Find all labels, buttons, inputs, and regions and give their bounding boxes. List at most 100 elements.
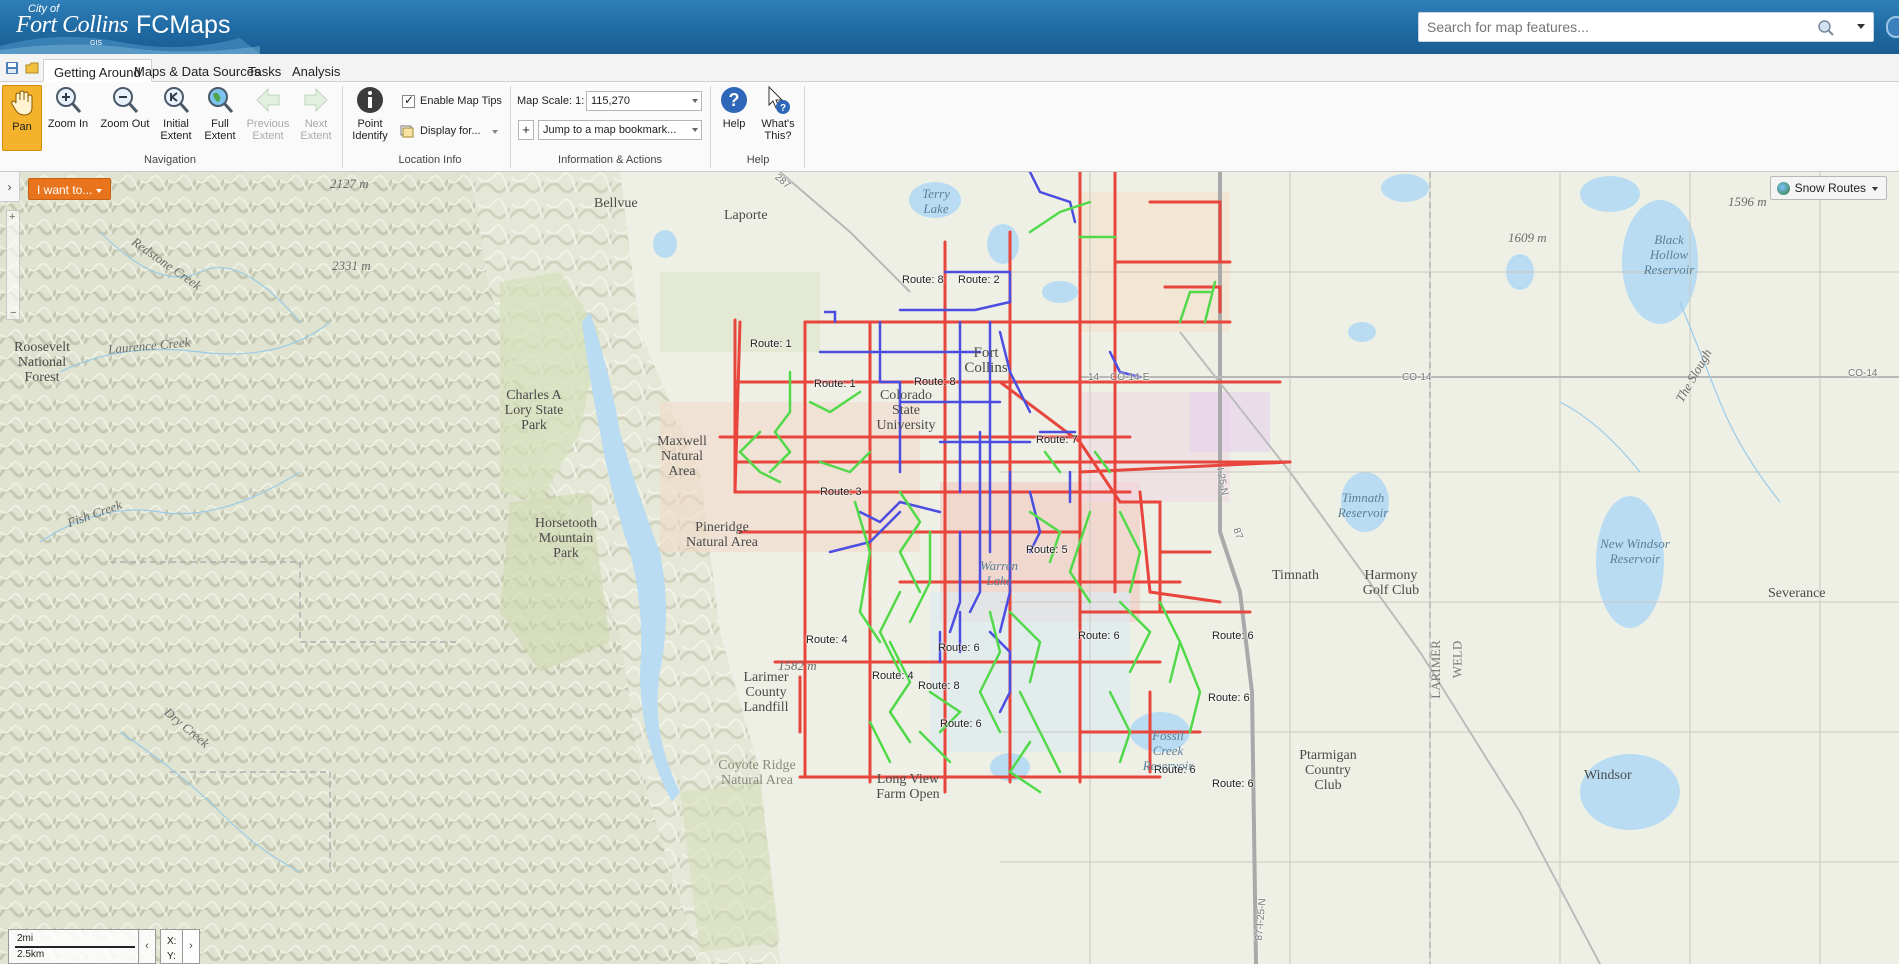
help-label: Help (722, 118, 746, 130)
route-label: Route: 7 (1036, 434, 1078, 446)
next-extent-arrow-icon (304, 87, 328, 113)
road-label-co14-2: CO-14 (1848, 368, 1878, 379)
pan-button[interactable]: Pan (2, 85, 42, 151)
road-label-co14: CO-14 (1402, 372, 1432, 383)
route-label: Route: 1 (814, 378, 856, 390)
place-label-bellvue: Bellvue (594, 196, 638, 211)
route-label: Route: 8 (918, 680, 960, 692)
route-label: Route: 6 (1078, 630, 1120, 642)
place-label-charles-a-lory: Charles A Lory State Park (504, 388, 564, 433)
route-label: Route: 8 (914, 376, 956, 388)
place-label-terry-lake: Terry Lake (922, 186, 950, 216)
display-for-icon (400, 125, 414, 138)
route-label: Route: 6 (940, 718, 982, 730)
place-label-timnath: Timnath (1272, 568, 1319, 583)
road-label-14: 14 (1088, 372, 1100, 383)
place-label-horsetooth: Horsetooth Mountain Park (534, 516, 598, 561)
initial-extent-button[interactable]: Initial Extent (158, 85, 194, 142)
enable-map-tips-checkbox[interactable] (402, 93, 415, 108)
place-label-larimer: LARIMER (1427, 640, 1443, 699)
next-extent-label: Next (304, 118, 328, 130)
place-label-timnath-reservoir: Timnath Reservoir (1337, 490, 1389, 520)
full-extent-button[interactable]: Full Extent (200, 85, 240, 142)
bookmark-chevron-icon (692, 128, 698, 132)
zoom-slider[interactable]: + − (6, 210, 20, 320)
zoom-in-label: Zoom In (47, 118, 89, 130)
ribbon-tabbar: Getting Around Maps & Data Sources Tasks… (0, 54, 1899, 82)
point-identify-label-2: Identify (352, 130, 388, 142)
search-input[interactable] (1427, 18, 1827, 36)
logo-gis-text: GIS (90, 40, 103, 47)
header-edge-icon[interactable] (1886, 16, 1899, 38)
place-label-weld: WELD (1449, 640, 1465, 679)
point-identify-button[interactable]: Point Identify (348, 85, 392, 142)
map-scale-label: Map Scale: 1: (517, 95, 585, 107)
zoom-in-button[interactable]: Zoom In (46, 85, 90, 130)
route-label: Route: 6 (1212, 778, 1254, 790)
coord-y-label: Y: (167, 951, 176, 962)
next-extent-button[interactable]: Next Extent (298, 85, 334, 142)
layer-select-button[interactable]: Snow Routes (1769, 176, 1887, 200)
search-box[interactable] (1418, 12, 1874, 42)
map-view[interactable]: Bellvue Laporte Terry Lake Roosevelt Nat… (0, 172, 1899, 964)
route-label: Route: 1 (750, 338, 792, 350)
route-label: Route: 2 (958, 274, 1000, 286)
route-label: Route: 3 (820, 486, 862, 498)
previous-extent-label-2: Extent (252, 130, 284, 142)
route-label: Route: 6 (1154, 764, 1196, 776)
place-label-laporte: Laporte (724, 208, 768, 223)
place-label-pineridge: Pineridge Natural Area (686, 520, 758, 550)
coordinates-collapse-chevron-icon[interactable]: ‹ (138, 929, 156, 964)
place-label-ptarmigan: Ptarmigan Country Club (1299, 748, 1357, 793)
zoom-out-button[interactable]: Zoom Out (97, 85, 153, 130)
place-label-coyote-ridge: Coyote Ridge Natural Area (718, 758, 796, 788)
ribbon-separator (710, 86, 711, 168)
route-label: Route: 8 (902, 274, 944, 286)
zoom-slider-plus-icon[interactable]: + (9, 211, 15, 223)
place-label-long-view: Long View Farm Open (876, 772, 940, 802)
expand-panel-chevron-icon[interactable]: › (0, 172, 20, 202)
info-actions-group-label: Information & Actions (558, 154, 662, 166)
globe-icon (1776, 182, 1790, 195)
whats-this-icon: ? (768, 85, 790, 114)
place-label-maxwell: Maxwell Natural Area (657, 434, 707, 479)
full-extent-globe-icon (208, 87, 234, 113)
info-icon (357, 87, 383, 113)
whats-this-button[interactable]: ? What's This? (756, 85, 800, 142)
open-folder-icon[interactable] (25, 61, 39, 75)
initial-extent-label-2: Extent (160, 130, 192, 142)
svg-text:?: ? (780, 103, 786, 114)
help-button[interactable]: ? Help (716, 85, 752, 130)
ribbon-separator (510, 86, 511, 168)
place-label-fort-collins: Fort Collins (964, 345, 1008, 376)
next-extent-label-2: Extent (300, 130, 332, 142)
display-for-chevron-icon[interactable] (492, 130, 498, 134)
place-label-black-hollow: Black Hollow Reservoir (1643, 232, 1695, 277)
place-label-roosevelt: Roosevelt National Forest (14, 340, 70, 385)
app-title: FCMaps (136, 11, 231, 39)
tab-analysis[interactable]: Analysis (282, 59, 350, 82)
enable-map-tips-label: Enable Map Tips (420, 95, 502, 107)
search-options-chevron-icon[interactable] (1857, 24, 1865, 29)
save-icon[interactable] (5, 61, 19, 75)
road-label-co14-e: CO-14-E (1110, 372, 1150, 383)
previous-extent-arrow-icon (256, 87, 280, 113)
route-label: Route: 6 (1208, 692, 1250, 704)
previous-extent-label: Previous (246, 118, 290, 130)
bookmark-select[interactable]: Jump to a map bookmark... (538, 120, 702, 140)
help-group-label: Help (746, 154, 770, 166)
initial-extent-icon (164, 87, 190, 113)
logo-name: Fort Collins (16, 12, 129, 38)
add-bookmark-button[interactable]: + (518, 120, 534, 140)
coordinates-expand-chevron-icon[interactable]: › (182, 929, 200, 964)
place-label-harmony: Harmony Golf Club (1362, 568, 1420, 598)
previous-extent-button[interactable]: Previous Extent (246, 85, 290, 142)
map-scale-select[interactable]: 115,270 (586, 91, 702, 111)
i-want-to-button[interactable]: I want to... (28, 178, 112, 200)
display-for-dropdown[interactable]: Display for... (420, 125, 481, 137)
i-want-to-label: I want to... (37, 183, 93, 197)
route-label: Route: 6 (1212, 630, 1254, 642)
place-label-new-windsor: New Windsor Reservoir (1600, 536, 1670, 566)
zoom-slider-minus-icon[interactable]: − (10, 307, 16, 319)
search-icon[interactable] (1817, 19, 1835, 37)
